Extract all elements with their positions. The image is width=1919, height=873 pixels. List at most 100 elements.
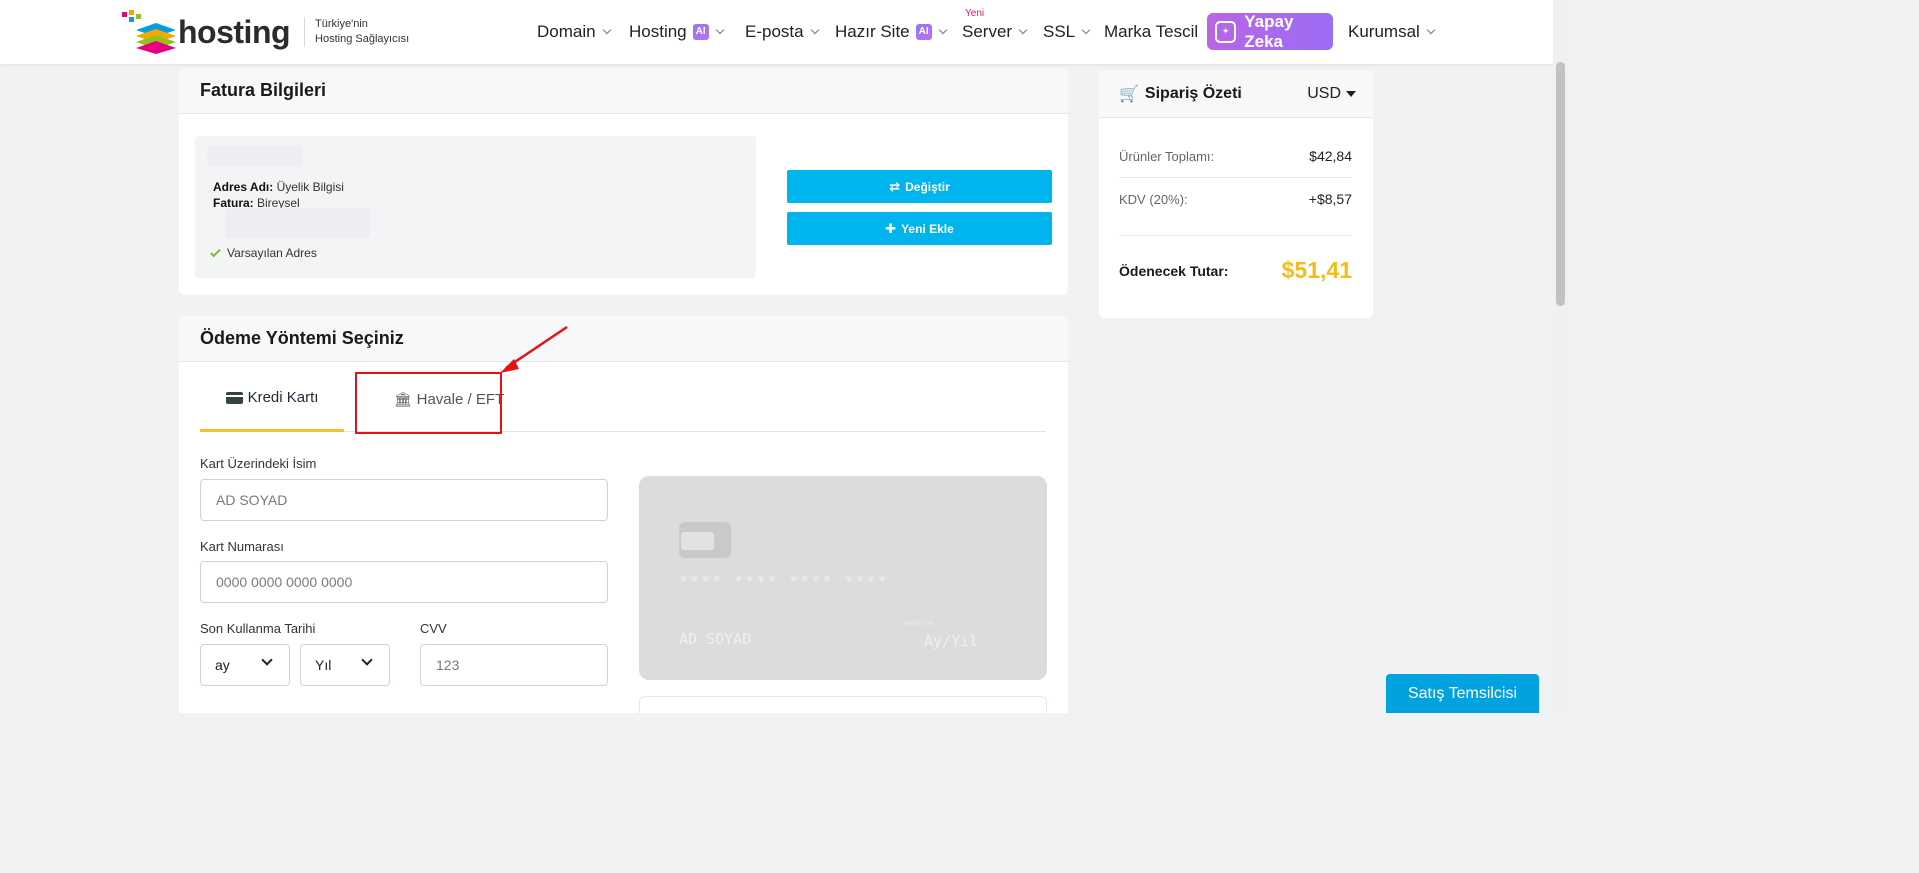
expiry-year-select[interactable]: Yıl — [300, 644, 390, 686]
nav-server-label: Server — [962, 22, 1013, 41]
change-address-button[interactable]: ⇄ Değiştir — [787, 170, 1052, 203]
ai-badge: AI — [692, 24, 709, 40]
site-logo[interactable]: hosting Türkiye'nin Hosting Sağlayıcısı — [120, 8, 409, 56]
nav-hazir-site-label: Hazır Site — [835, 22, 910, 41]
card-name-label: Kart Üzerindeki İsim — [200, 456, 317, 471]
add-button-label: Yeni Ekle — [901, 221, 954, 236]
nav-marka-label: Marka Tescil — [1104, 22, 1199, 41]
annotation-arrow-icon — [500, 325, 568, 373]
address-name-label: Adres Adı: — [213, 180, 274, 194]
nav-server[interactable]: Server — [962, 20, 1028, 44]
payment-card: Ödeme Yöntemi Seçiniz Kredi Kartı 🏛 Haval… — [179, 316, 1068, 713]
address-box[interactable]: Adres Adı: Üyelik Bilgisi Fatura: Bireys… — [195, 136, 756, 278]
tax-value: +$8,57 — [1308, 191, 1352, 207]
address-name-line: Adres Adı: Üyelik Bilgisi — [213, 180, 344, 194]
currency-value: USD — [1307, 85, 1341, 102]
payment-tabs: Kredi Kartı 🏛 Havale / EFT — [200, 366, 1046, 432]
blurred-field — [207, 146, 302, 166]
card-name-input[interactable]: AD SOYAD — [200, 479, 608, 521]
currency-select[interactable]: USD — [1307, 85, 1356, 103]
cvv-input[interactable]: 123 — [420, 644, 608, 686]
card-preview-number: **** **** **** **** — [679, 572, 889, 590]
expiry-month-select[interactable]: ay — [200, 644, 290, 686]
tax-label: KDV (20%): — [1119, 191, 1188, 207]
expiry-year-value: Yıl — [315, 657, 332, 673]
tax-row: KDV (20%): +$8,57 — [1119, 191, 1352, 207]
total-value: $51,41 — [1281, 257, 1352, 283]
check-icon — [210, 246, 221, 257]
chip-icon — [679, 522, 731, 558]
card-number-label: Kart Numarası — [200, 539, 284, 554]
yapay-zeka-button[interactable]: ✦ Yapay Zeka — [1207, 11, 1333, 51]
divider — [1119, 235, 1352, 236]
summary-title: Sipariş Özeti — [1144, 84, 1242, 102]
chevron-down-icon — [715, 25, 724, 35]
tagline-line-1: Türkiye'nin — [315, 18, 368, 30]
subtotal-label: Ürünler Toplamı: — [1119, 148, 1215, 164]
logo-tagline: Türkiye'nin Hosting Sağlayıcısı — [315, 17, 409, 47]
payment-title: Ödeme Yöntemi Seçiniz — [179, 316, 1068, 362]
ai-sparkle-icon: ✦ — [1215, 20, 1237, 43]
chevron-down-icon — [602, 25, 611, 35]
billing-card: Fatura Bilgileri Adres Adı: Üyelik Bilgi… — [179, 68, 1068, 295]
yapay-zeka-label: Yapay Zeka — [1244, 11, 1294, 51]
plus-icon: ✚ — [885, 220, 897, 236]
nav-kurumsal[interactable]: Kurumsal — [1348, 20, 1436, 44]
agreement-box[interactable] — [639, 696, 1047, 713]
credit-card-icon — [225, 391, 243, 404]
logo-icon — [120, 10, 176, 54]
nav-ssl[interactable]: SSL — [1043, 20, 1091, 44]
caret-down-icon — [1346, 91, 1356, 97]
card-preview-name: AD SOYAD — [679, 630, 752, 648]
swap-icon: ⇄ — [889, 178, 901, 194]
chevron-down-icon — [938, 25, 947, 35]
chevron-down-icon — [361, 654, 373, 666]
sales-rep-chat-button[interactable]: Satış Temsilcisi — [1386, 674, 1539, 713]
nav-marka-tescil[interactable]: Marka Tescil — [1104, 20, 1198, 44]
blurred-field — [225, 208, 370, 238]
nav-hazir-site[interactable]: Hazır Site AI — [835, 20, 947, 44]
nav-ssl-label: SSL — [1043, 22, 1076, 41]
default-address: Varsayılan Adres — [210, 246, 317, 260]
nav-hosting-label: Hosting — [629, 22, 687, 41]
scrollbar-thumb[interactable] — [1556, 62, 1565, 306]
address-name-value: Üyelik Bilgisi — [273, 180, 344, 194]
chevron-down-icon — [810, 25, 819, 35]
tab-credit-card[interactable]: Kredi Kartı — [200, 366, 344, 432]
chevron-down-icon — [1081, 25, 1091, 35]
nav-kurumsal-label: Kurumsal — [1348, 22, 1420, 41]
nav-domain[interactable]: Domain — [537, 20, 611, 44]
total-label: Ödenecek Tutar: — [1119, 262, 1229, 279]
new-badge: Yeni — [965, 8, 985, 19]
page-scrollbar[interactable] — [1553, 0, 1568, 713]
nav-eposta[interactable]: E-posta — [745, 20, 819, 44]
nav-eposta-label: E-posta — [745, 22, 804, 41]
subtotal-value: $42,84 — [1309, 148, 1352, 164]
nav-domain-label: Domain — [537, 22, 596, 41]
change-button-label: Değiştir — [905, 179, 950, 194]
order-summary-card: 🛒 Sipariş Özeti USD Ürünler Toplamı: $42,… — [1099, 70, 1373, 318]
chevron-down-icon — [1018, 25, 1028, 35]
logo-wordmark: hosting — [178, 13, 291, 50]
card-number-input[interactable]: 0000 0000 0000 0000 — [200, 561, 608, 603]
tagline-line-2: Hosting Sağlayıcısı — [315, 33, 410, 45]
expiry-label: Son Kullanma Tarihi — [200, 621, 316, 636]
add-address-button[interactable]: ✚ Yeni Ekle — [787, 212, 1052, 245]
card-preview-expiry: Ay/Yıl — [924, 632, 979, 650]
logo-divider — [304, 17, 306, 47]
total-row: Ödenecek Tutar: $51,41 — [1119, 257, 1352, 284]
subtotal-row: Ürünler Toplamı: $42,84 — [1119, 148, 1352, 164]
chevron-down-icon — [1426, 25, 1436, 35]
highlight-box — [355, 372, 502, 434]
card-preview-expiry-caption: MONTH/YEAR — [904, 621, 935, 627]
site-header: hosting Türkiye'nin Hosting Sağlayıcısı … — [0, 0, 1553, 64]
ai-badge: AI — [915, 24, 932, 40]
cart-icon: 🛒 — [1119, 85, 1139, 103]
chevron-down-icon — [261, 654, 273, 666]
billing-title: Fatura Bilgileri — [179, 68, 1068, 114]
default-address-label: Varsayılan Adres — [227, 246, 317, 260]
tab-credit-card-label: Kredi Kartı — [247, 389, 319, 406]
nav-hosting[interactable]: Hosting AI — [629, 20, 724, 44]
cvv-label: CVV — [420, 621, 447, 636]
divider — [1119, 177, 1352, 178]
